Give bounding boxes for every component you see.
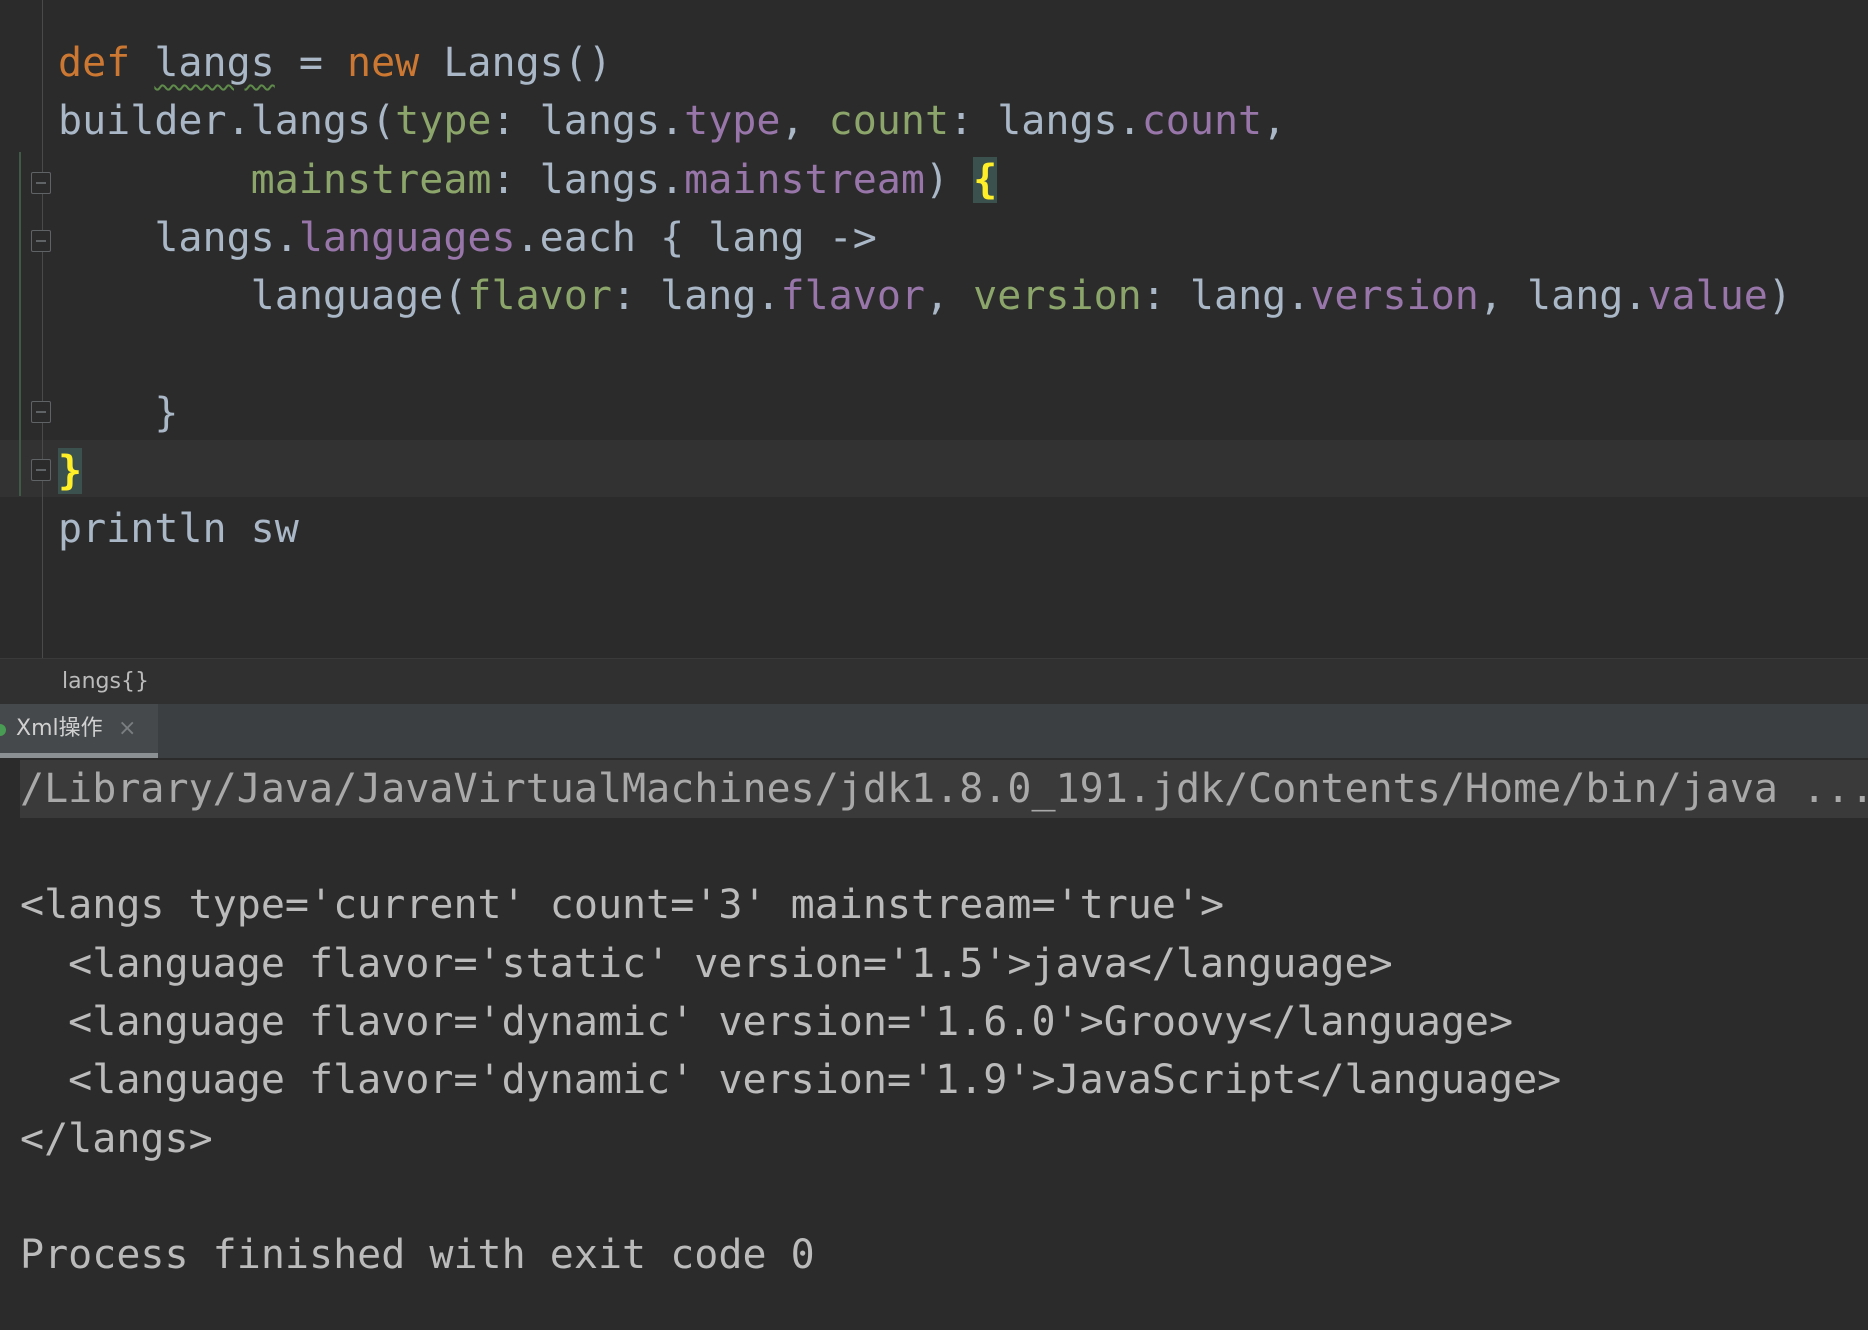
fold-end-icon[interactable] <box>31 459 51 481</box>
code-token: mainstream <box>250 157 492 203</box>
console-line: <language flavor='dynamic' version='1.6.… <box>20 999 1514 1045</box>
run-console[interactable]: /Library/Java/JavaVirtualMachines/jdk1.8… <box>0 758 1868 1330</box>
code-token: type <box>395 98 492 144</box>
fold-collapse-icon[interactable] <box>31 172 51 194</box>
code-token: Langs() <box>419 40 612 86</box>
breadcrumb: langs{} <box>0 658 1868 705</box>
code-line[interactable]: builder.langs(type: langs.type, count: l… <box>58 92 1286 150</box>
code-editor[interactable]: def langs = new Langs() builder.langs(typ… <box>0 0 1868 658</box>
console-line: <language flavor='dynamic' version='1.9'… <box>20 1057 1562 1103</box>
code-token: : lang. <box>1141 273 1311 319</box>
run-tool-window-tabs: Xml操作 × <box>0 704 1868 758</box>
ide-window: def langs = new Langs() builder.langs(typ… <box>0 0 1868 1330</box>
fold-end-icon[interactable] <box>31 401 51 423</box>
code-line[interactable]: langs.languages.each { lang -> <box>58 209 877 267</box>
code-token: mainstream <box>684 157 925 203</box>
code-token: , <box>780 98 829 144</box>
gutter-separator <box>42 0 43 658</box>
code-token: : langs. <box>491 157 685 203</box>
code-line[interactable]: mainstream: langs.mainstream) { <box>58 151 998 209</box>
code-token: = <box>274 40 348 86</box>
console-line: Process finished with exit code 0 <box>20 1232 815 1278</box>
close-icon[interactable]: × <box>118 704 136 754</box>
code-token: } <box>58 448 83 494</box>
code-token: } <box>58 390 179 436</box>
console-line: </langs> <box>20 1116 213 1162</box>
code-token: new <box>347 40 420 86</box>
run-tab-label: Xml操作 <box>16 716 103 741</box>
code-token: ) <box>1767 273 1792 319</box>
code-line[interactable]: def langs = new Langs() <box>58 34 612 92</box>
breadcrumb-item[interactable]: langs{} <box>62 659 149 705</box>
code-token: builder.langs( <box>58 98 396 144</box>
code-token: count <box>828 98 950 144</box>
code-token: langs. <box>58 215 299 261</box>
fold-collapse-icon[interactable] <box>31 230 51 252</box>
current-line-highlight <box>0 440 1868 497</box>
code-line[interactable]: language(flavor: lang.flavor, version: l… <box>58 267 1792 325</box>
code-token: value <box>1647 273 1768 319</box>
code-token: , <box>1262 98 1287 144</box>
code-token: , lang. <box>1478 273 1648 319</box>
code-token: count <box>1141 98 1263 144</box>
code-token: langs <box>154 40 275 86</box>
run-tab[interactable]: Xml操作 × <box>0 704 158 758</box>
code-token: flavor <box>780 273 925 319</box>
code-line[interactable]: } <box>58 384 178 442</box>
code-token: version <box>973 273 1142 319</box>
code-token: ) <box>924 157 974 203</box>
code-token: : langs. <box>491 98 685 144</box>
console-line: <language flavor='static' version='1.5'>… <box>20 941 1393 987</box>
code-token: def <box>58 40 131 86</box>
code-token: language( <box>58 273 468 319</box>
code-token: languages <box>298 215 516 261</box>
vcs-change-marker <box>19 152 21 496</box>
code-token: : lang. <box>611 273 781 319</box>
run-status-icon <box>0 724 6 736</box>
code-token: version <box>1310 273 1479 319</box>
code-token: { <box>973 157 998 203</box>
code-line[interactable]: println sw <box>58 500 299 558</box>
code-token: , <box>924 273 974 319</box>
console-line: <langs type='current' count='3' mainstre… <box>20 882 1225 928</box>
code-token: : langs. <box>949 98 1142 144</box>
code-token: type <box>684 98 781 144</box>
code-line[interactable]: } <box>58 442 83 500</box>
code-token: .each { lang -> <box>515 215 877 261</box>
code-token: println sw <box>58 506 299 552</box>
code-token: flavor <box>467 273 612 319</box>
console-command-line[interactable]: /Library/Java/JavaVirtualMachines/jdk1.8… <box>20 760 1868 818</box>
